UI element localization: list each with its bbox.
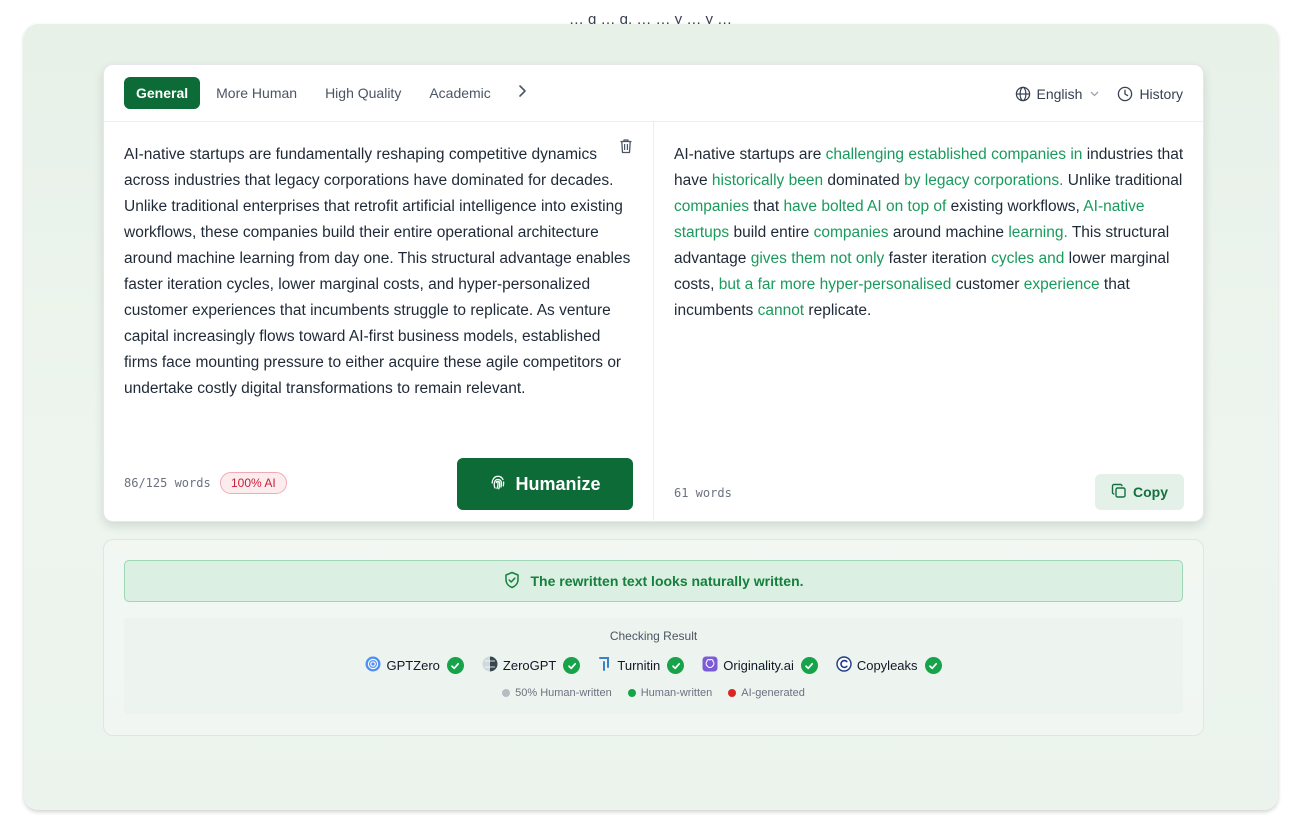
detector-turnitin: Turnitin [598, 656, 685, 675]
detector-name: Copyleaks [856, 658, 918, 673]
shield-check-icon [503, 571, 521, 592]
rewritten-segment: have bolted AI on top of [783, 198, 947, 215]
rewritten-segment: companies [674, 198, 749, 215]
rewritten-segment: learning. [1008, 224, 1068, 241]
unchanged-segment: that [748, 198, 784, 215]
tab-academic[interactable]: Academic [415, 77, 504, 109]
check-icon [924, 657, 942, 674]
language-select[interactable]: English [1015, 86, 1100, 102]
copy-icon [1111, 483, 1127, 502]
checking-result-panel: Checking Result GPTZero ZeroGPT Turnitin… [124, 618, 1183, 714]
rewritten-segment: but a far more hyper-personalised [718, 276, 952, 293]
fingerprint-icon [489, 473, 507, 496]
legend-item: 50% Human-written [502, 687, 612, 699]
detector-list: GPTZero ZeroGPT Turnitin Originality.ai … [124, 656, 1183, 675]
unchanged-segment: Unlike traditional [1063, 172, 1183, 189]
legend-dot [627, 689, 636, 697]
rewritten-segment: cycles and [991, 250, 1065, 267]
detector-name: ZeroGPT [502, 658, 557, 673]
check-icon [446, 657, 464, 674]
originality-logo-icon [702, 656, 718, 675]
clipped-intro-text: … g … g, … … y … y … [568, 11, 733, 24]
unchanged-segment: dominated [823, 172, 905, 189]
unchanged-segment: around machine [888, 224, 1009, 241]
detector-name: Turnitin [617, 658, 661, 673]
legend-dot [728, 689, 737, 697]
output-word-count: 61 words [674, 486, 732, 500]
unchanged-segment: faster iteration [884, 250, 992, 267]
rewritten-segment: cannot [757, 302, 805, 319]
mode-toolbar: General More Human High Quality Academic… [104, 65, 1203, 122]
unchanged-segment: build entire [729, 224, 814, 241]
output-text-area[interactable]: AI-native startups are challenging estab… [674, 142, 1186, 324]
legend-item: AI-generated [728, 687, 805, 699]
input-word-count: 86/125 words [124, 476, 211, 490]
legend-dot [502, 689, 511, 697]
tab-high-quality[interactable]: High Quality [311, 77, 415, 109]
unchanged-segment: customer [951, 276, 1024, 293]
check-icon [667, 657, 685, 674]
copy-button[interactable]: Copy [1095, 474, 1184, 510]
tab-more-human[interactable]: More Human [202, 77, 311, 109]
chevron-down-icon [1090, 91, 1099, 97]
history-button[interactable]: History [1117, 86, 1183, 102]
humanize-label: Humanize [515, 473, 601, 494]
detection-results-card: The rewritten text looks naturally writt… [103, 539, 1204, 736]
legend-item: Human-written [627, 687, 712, 699]
check-icon [563, 657, 581, 674]
turnitin-logo-icon [598, 656, 612, 675]
rewritten-segment: challenging established companies in [825, 146, 1083, 163]
copyleaks-logo-icon [836, 656, 852, 675]
detector-gptzero: GPTZero [365, 656, 464, 675]
check-icon [800, 657, 818, 674]
detector-zerogpt: ZeroGPT [482, 656, 581, 675]
gptzero-logo-icon [365, 656, 381, 675]
detector-copyleaks: Copyleaks [836, 656, 942, 675]
clock-icon [1117, 86, 1133, 102]
chevron-right-icon[interactable] [509, 84, 535, 103]
rewritten-segment: historically been [711, 172, 824, 189]
language-label: English [1036, 85, 1083, 102]
unchanged-segment: AI-native startups are [674, 146, 826, 163]
ai-score-badge: 100% AI [220, 472, 287, 494]
result-legend: 50% Human-written Human-written AI-gener… [124, 687, 1183, 699]
detector-originality: Originality.ai [702, 656, 818, 675]
status-text: The rewritten text looks naturally writt… [530, 573, 804, 589]
humanize-button[interactable]: Humanize [457, 458, 633, 510]
pane-divider [653, 122, 654, 522]
unchanged-segment: replicate. [804, 302, 872, 319]
zerogpt-logo-icon [482, 656, 498, 675]
detector-name: GPTZero [386, 658, 440, 673]
unchanged-segment: existing workflows, [946, 198, 1084, 215]
globe-icon [1015, 86, 1031, 102]
humanizer-editor: General More Human High Quality Academic… [103, 64, 1204, 522]
rewritten-segment: companies [813, 224, 889, 241]
detector-name: Originality.ai [723, 658, 794, 673]
status-banner: The rewritten text looks naturally writt… [124, 560, 1183, 602]
rewritten-segment: experience [1023, 276, 1100, 293]
trash-icon[interactable] [619, 138, 633, 159]
input-text-area[interactable]: AI-native startups are fundamentally res… [124, 142, 634, 402]
history-label: History [1139, 85, 1183, 102]
rewritten-segment: by legacy corporations. [904, 172, 1064, 189]
tab-general[interactable]: General [124, 77, 201, 109]
copy-label: Copy [1133, 484, 1168, 500]
checking-result-title: Checking Result [609, 629, 698, 643]
rewritten-segment: gives them not only [750, 250, 885, 267]
